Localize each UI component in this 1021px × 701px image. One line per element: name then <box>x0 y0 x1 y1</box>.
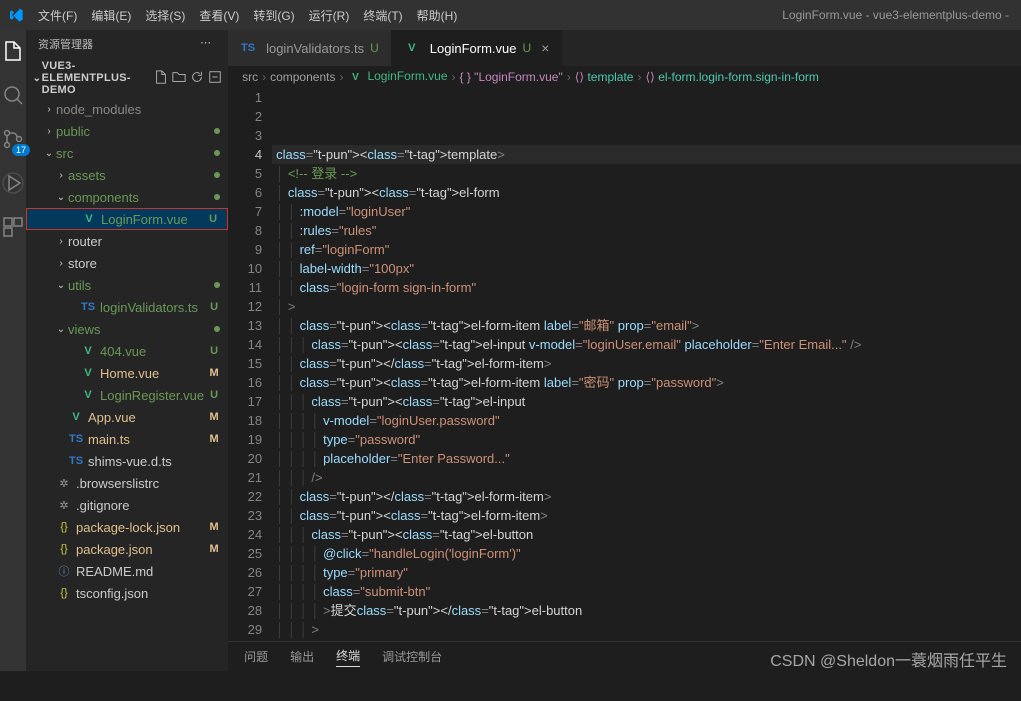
line-gutter: 1234567891011121314151617181920212223242… <box>228 88 276 641</box>
tree-row[interactable]: {}tsconfig.json <box>26 582 228 604</box>
more-icon[interactable]: ⋯ <box>200 36 216 52</box>
tree-row[interactable]: ✲.gitignore <box>26 494 228 516</box>
extensions-icon[interactable] <box>0 214 26 240</box>
tree-row[interactable]: ›public <box>26 120 228 142</box>
vscode-logo-icon <box>8 7 24 23</box>
tree-row[interactable]: ›node_modules <box>26 98 228 120</box>
sidebar-header: 资源管理器 ⋯ <box>26 30 228 58</box>
menu-item[interactable]: 文件(F) <box>32 5 83 26</box>
panel-tab[interactable]: 输出 <box>290 648 314 665</box>
menu-item[interactable]: 转到(G) <box>247 5 300 26</box>
explorer-sidebar: 资源管理器 ⋯ ⌄ VUE3-ELEMENTPLUS-DEMO ›node_mo… <box>26 30 228 671</box>
editor-tab[interactable]: TSloginValidators.tsU <box>228 30 392 66</box>
file-tree: ›node_modules›public⌄src›assets⌄componen… <box>26 98 228 671</box>
editor-area: TSloginValidators.tsUVLoginForm.vueU×▷◫⋯… <box>228 30 1021 671</box>
editor-tabs: TSloginValidators.tsUVLoginForm.vueU×▷◫⋯ <box>228 30 1021 66</box>
debug-icon[interactable] <box>0 170 26 196</box>
panel-tab[interactable]: 问题 <box>244 648 268 665</box>
sidebar-title: 资源管理器 <box>38 36 93 52</box>
search-icon[interactable] <box>0 82 26 108</box>
scm-badge: 17 <box>12 144 30 156</box>
menu-item[interactable]: 查看(V) <box>193 5 245 26</box>
code-content[interactable]: class="t-pun"><class="t-tag">template> │… <box>276 88 1021 641</box>
new-file-icon[interactable] <box>154 70 168 86</box>
menu-item[interactable]: 终端(T) <box>357 5 408 26</box>
collapse-icon[interactable] <box>208 70 222 86</box>
tree-row[interactable]: TSshims-vue.d.ts <box>26 450 228 472</box>
menu-item[interactable]: 编辑(E) <box>85 5 137 26</box>
explorer-icon[interactable] <box>0 38 26 64</box>
menu-item[interactable]: 选择(S) <box>139 5 191 26</box>
breadcrumb[interactable]: src›components›VLoginForm.vue›{ } "Login… <box>228 66 1021 88</box>
window-title: LoginForm.vue - vue3-elementplus-demo - <box>463 8 1013 22</box>
menu-bar[interactable]: 文件(F)编辑(E)选择(S)查看(V)转到(G)运行(R)终端(T)帮助(H) <box>32 5 463 26</box>
source-control-icon[interactable]: 17 <box>0 126 26 152</box>
menu-item[interactable]: 帮助(H) <box>411 5 464 26</box>
panel-tab[interactable]: 终端 <box>336 647 360 667</box>
tree-row[interactable]: ⌄src <box>26 142 228 164</box>
refresh-icon[interactable] <box>190 70 204 86</box>
menu-item[interactable]: 运行(R) <box>303 5 356 26</box>
tree-row[interactable]: ⌄components <box>26 186 228 208</box>
tree-row[interactable]: ✲.browserslistrc <box>26 472 228 494</box>
bottom-panel: 问题 输出 终端 调试控制台 <box>228 641 1021 671</box>
code-editor[interactable]: 1234567891011121314151617181920212223242… <box>228 88 1021 641</box>
tree-row[interactable]: TSloginValidators.tsU <box>26 296 228 318</box>
tree-row[interactable]: ⌄views <box>26 318 228 340</box>
tree-row[interactable]: VLoginRegister.vueU <box>26 384 228 406</box>
tree-row[interactable]: {}package-lock.jsonM <box>26 516 228 538</box>
tree-row[interactable]: VApp.vueM <box>26 406 228 428</box>
tree-row[interactable]: ⌄utils <box>26 274 228 296</box>
activity-bar: 17 <box>0 30 26 671</box>
title-bar: 文件(F)编辑(E)选择(S)查看(V)转到(G)运行(R)终端(T)帮助(H)… <box>0 0 1021 30</box>
tree-row[interactable]: VLoginForm.vueU <box>26 208 228 230</box>
tree-row[interactable]: ›assets <box>26 164 228 186</box>
editor-tab[interactable]: VLoginForm.vueU× <box>392 30 563 66</box>
tree-row[interactable]: ›router <box>26 230 228 252</box>
project-header[interactable]: ⌄ VUE3-ELEMENTPLUS-DEMO <box>26 58 228 98</box>
tree-row[interactable]: {}package.jsonM <box>26 538 228 560</box>
close-icon[interactable]: × <box>541 40 549 56</box>
tree-row[interactable]: VHome.vueM <box>26 362 228 384</box>
panel-tab[interactable]: 调试控制台 <box>382 648 442 665</box>
tree-row[interactable]: V404.vueU <box>26 340 228 362</box>
tree-row[interactable]: ›store <box>26 252 228 274</box>
tree-row[interactable]: ⓘREADME.md <box>26 560 228 582</box>
project-name: VUE3-ELEMENTPLUS-DEMO <box>42 60 150 96</box>
new-folder-icon[interactable] <box>172 70 186 86</box>
tree-row[interactable]: TSmain.tsM <box>26 428 228 450</box>
